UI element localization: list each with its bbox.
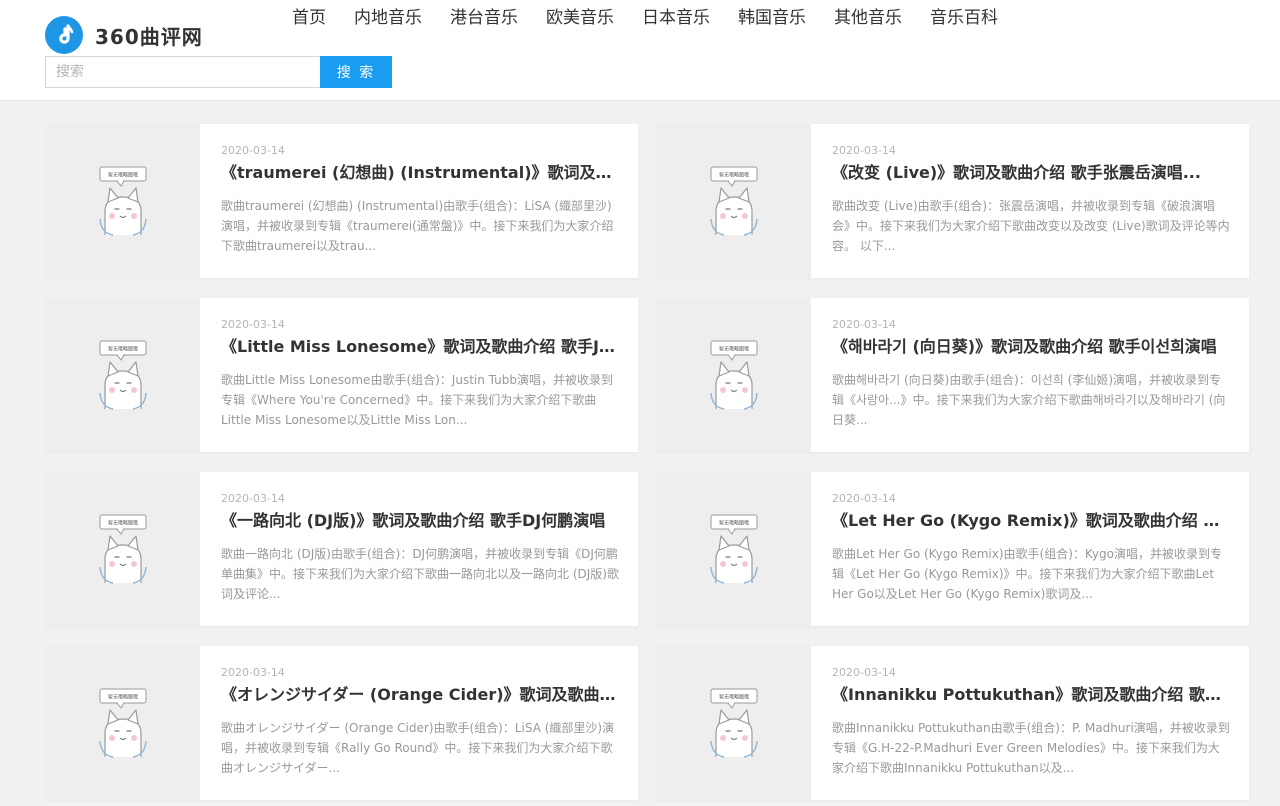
article-body: 2020-03-14 《해바라기 (向日葵)》歌词及歌曲介绍 歌手이선희演唱 歌… <box>811 298 1249 452</box>
music-note-icon <box>45 16 83 54</box>
article-card[interactable]: 暂无哦略图哦 2020-03-14 《해바라기 (向日葵)》歌词及歌曲介绍 歌手… <box>657 298 1249 452</box>
no-thumbnail-cat-icon: 暂无哦略图哦 <box>99 514 147 584</box>
no-thumbnail-cat-icon: 暂无哦略图哦 <box>710 166 758 236</box>
article-body: 2020-03-14 《一路向北 (DJ版)》歌词及歌曲介绍 歌手DJ何鹏演唱 … <box>200 472 638 626</box>
article-date: 2020-03-14 <box>221 492 285 505</box>
article-thumbnail: 暂无哦略图哦 <box>657 298 811 452</box>
article-title[interactable]: 《一路向北 (DJ版)》歌词及歌曲介绍 歌手DJ何鹏演唱 <box>221 510 620 532</box>
search-button[interactable]: 搜 索 <box>320 56 392 88</box>
no-thumbnail-label: 暂无哦略图哦 <box>719 172 749 179</box>
article-card[interactable]: 暂无哦略图哦 2020-03-14 《Innanikku Pottukuthan… <box>657 646 1249 800</box>
article-title[interactable]: 《traumerei (幻想曲) (Instrumental)》歌词及歌曲介绍 … <box>221 162 620 184</box>
article-title[interactable]: 《改变 (Live)》歌词及歌曲介绍 歌手张震岳演唱... <box>832 162 1231 184</box>
article-summary: 歌曲Innanikku Pottukuthan由歌手(组合)：P. Madhur… <box>832 721 1230 775</box>
article-summary: 歌曲Little Miss Lonesome由歌手(组合)：Justin Tub… <box>221 373 614 427</box>
no-thumbnail-label: 暂无哦略图哦 <box>108 694 138 701</box>
no-thumbnail-label: 暂无哦略图哦 <box>108 520 138 527</box>
article-card[interactable]: 暂无哦略图哦 2020-03-14 《Let Her Go (Kygo Remi… <box>657 472 1249 626</box>
nav-home[interactable]: 首页 <box>292 6 326 30</box>
article-thumbnail: 暂无哦略图哦 <box>657 646 811 800</box>
article-body: 2020-03-14 《改变 (Live)》歌词及歌曲介绍 歌手张震岳演唱...… <box>811 124 1249 278</box>
article-body: 2020-03-14 《Let Her Go (Kygo Remix)》歌词及歌… <box>811 472 1249 626</box>
no-thumbnail-cat-icon: 暂无哦略图哦 <box>710 340 758 410</box>
nav-japanese-music[interactable]: 日本音乐 <box>642 6 710 30</box>
article-thumbnail: 暂无哦略图哦 <box>46 646 200 800</box>
article-date: 2020-03-14 <box>221 318 285 331</box>
article-thumbnail: 暂无哦略图哦 <box>657 124 811 278</box>
article-title[interactable]: 《オレンジサイダー (Orange Cider)》歌词及歌曲介绍 歌手LiSA演… <box>221 684 620 706</box>
nav-mainland-music[interactable]: 内地音乐 <box>354 6 422 30</box>
article-card[interactable]: 暂无哦略图哦 2020-03-14 《traumerei (幻想曲) (Inst… <box>46 124 638 278</box>
article-card[interactable]: 暂无哦略图哦 2020-03-14 《改变 (Live)》歌词及歌曲介绍 歌手张… <box>657 124 1249 278</box>
article-title[interactable]: 《Let Her Go (Kygo Remix)》歌词及歌曲介绍 歌手Kygo演… <box>832 510 1231 532</box>
search-input[interactable] <box>45 56 320 88</box>
article-date: 2020-03-14 <box>832 492 896 505</box>
article-date: 2020-03-14 <box>221 144 285 157</box>
no-thumbnail-label: 暂无哦略图哦 <box>108 346 138 353</box>
article-title[interactable]: 《Little Miss Lonesome》歌词及歌曲介绍 歌手Justin T… <box>221 336 620 358</box>
no-thumbnail-cat-icon: 暂无哦略图哦 <box>710 514 758 584</box>
article-body: 2020-03-14 《traumerei (幻想曲) (Instrumenta… <box>200 124 638 278</box>
article-body: 2020-03-14 《オレンジサイダー (Orange Cider)》歌词及歌… <box>200 646 638 800</box>
site-logo[interactable]: 360曲评网 <box>45 15 203 55</box>
article-date: 2020-03-14 <box>832 318 896 331</box>
article-thumbnail: 暂无哦略图哦 <box>657 472 811 626</box>
article-summary: 歌曲해바라기 (向日葵)由歌手(组合)：이선희 (李仙姬)演唱，并被收录到专辑《… <box>832 373 1226 427</box>
no-thumbnail-label: 暂无哦略图哦 <box>719 694 749 701</box>
article-card[interactable]: 暂无哦略图哦 2020-03-14 《オレンジサイダー (Orange Cide… <box>46 646 638 800</box>
no-thumbnail-cat-icon: 暂无哦略图哦 <box>710 688 758 758</box>
article-date: 2020-03-14 <box>832 666 896 679</box>
article-thumbnail: 暂无哦略图哦 <box>46 124 200 278</box>
nav-korean-music[interactable]: 韩国音乐 <box>738 6 806 30</box>
article-card[interactable]: 暂无哦略图哦 2020-03-14 《一路向北 (DJ版)》歌词及歌曲介绍 歌手… <box>46 472 638 626</box>
no-thumbnail-label: 暂无哦略图哦 <box>719 520 749 527</box>
article-body: 2020-03-14 《Innanikku Pottukuthan》歌词及歌曲介… <box>811 646 1249 800</box>
article-summary: 歌曲traumerei (幻想曲) (Instrumental)由歌手(组合)：… <box>221 199 614 253</box>
article-title[interactable]: 《해바라기 (向日葵)》歌词及歌曲介绍 歌手이선희演唱 <box>832 336 1231 358</box>
article-summary: 歌曲一路向北 (DJ版)由歌手(组合)：DJ何鹏演唱，并被收录到专辑《DJ何鹏单… <box>221 547 619 601</box>
nav-western-music[interactable]: 欧美音乐 <box>546 6 614 30</box>
site-header: 360曲评网 首页 内地音乐 港台音乐 欧美音乐 日本音乐 韩国音乐 其他音乐 … <box>0 0 1280 101</box>
no-thumbnail-cat-icon: 暂无哦略图哦 <box>99 688 147 758</box>
article-card[interactable]: 暂无哦略图哦 2020-03-14 《Little Miss Lonesome》… <box>46 298 638 452</box>
article-date: 2020-03-14 <box>221 666 285 679</box>
nav-music-encyclopedia[interactable]: 音乐百科 <box>930 6 998 30</box>
main-nav: 首页 内地音乐 港台音乐 欧美音乐 日本音乐 韩国音乐 其他音乐 音乐百科 <box>292 6 1026 30</box>
article-summary: 歌曲Let Her Go (Kygo Remix)由歌手(组合)：Kygo演唱，… <box>832 547 1222 601</box>
no-thumbnail-label: 暂无哦略图哦 <box>108 172 138 179</box>
article-thumbnail: 暂无哦略图哦 <box>46 298 200 452</box>
article-thumbnail: 暂无哦略图哦 <box>46 472 200 626</box>
article-grid: 暂无哦略图哦 2020-03-14 《traumerei (幻想曲) (Inst… <box>46 124 1249 800</box>
article-date: 2020-03-14 <box>832 144 896 157</box>
article-summary: 歌曲オレンジサイダー (Orange Cider)由歌手(组合)：LiSA (織… <box>221 721 615 775</box>
search-bar: 搜 索 <box>45 56 392 88</box>
no-thumbnail-cat-icon: 暂无哦略图哦 <box>99 340 147 410</box>
no-thumbnail-cat-icon: 暂无哦略图哦 <box>99 166 147 236</box>
site-name: 360曲评网 <box>95 24 203 49</box>
article-summary: 歌曲改变 (Live)由歌手(组合)：张震岳演唱，并被收录到专辑《破浪演唱会》中… <box>832 199 1230 253</box>
nav-hk-tw-music[interactable]: 港台音乐 <box>450 6 518 30</box>
no-thumbnail-label: 暂无哦略图哦 <box>719 346 749 353</box>
nav-other-music[interactable]: 其他音乐 <box>834 6 902 30</box>
article-body: 2020-03-14 《Little Miss Lonesome》歌词及歌曲介绍… <box>200 298 638 452</box>
article-title[interactable]: 《Innanikku Pottukuthan》歌词及歌曲介绍 歌手P. Madh… <box>832 684 1231 706</box>
